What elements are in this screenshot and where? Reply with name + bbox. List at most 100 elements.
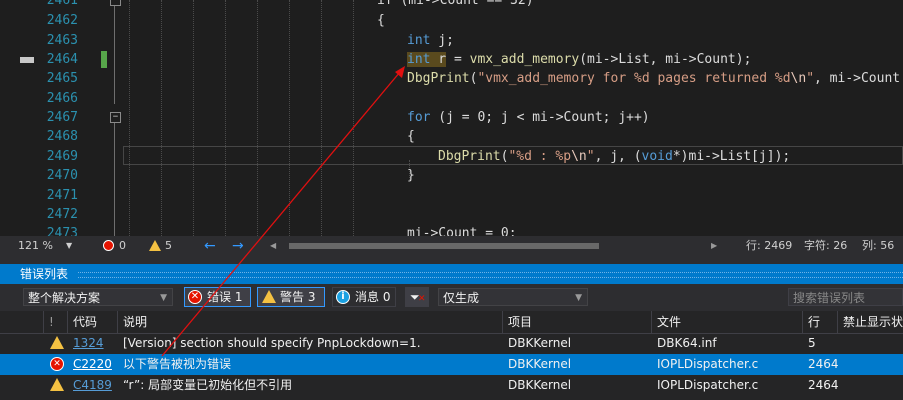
- code-line-2462: {: [377, 13, 385, 28]
- error-code-link[interactable]: C4189: [73, 375, 112, 396]
- error-description: [Version] section should specify PnpLock…: [123, 336, 421, 350]
- build-filter-dropdown[interactable]: 仅生成 ▼: [438, 288, 588, 306]
- code-line-2473: mi->Count = 0;: [407, 226, 517, 236]
- code-lines: if (mi->Count == 32) { int j; int r = vm…: [123, 0, 903, 236]
- header-project[interactable]: 项目: [503, 311, 652, 333]
- cursor-char: 字符: 26: [804, 239, 848, 252]
- line-number: 2471: [46, 188, 78, 203]
- scroll-left-icon[interactable]: ◀: [270, 236, 276, 256]
- warning-icon: [149, 240, 161, 251]
- code-line-2468: {: [407, 129, 415, 144]
- warning-icon: [50, 378, 65, 393]
- warning-icon: [262, 290, 276, 303]
- header-code[interactable]: 代码: [68, 311, 118, 333]
- messages-filter-button[interactable]: i 消息 0: [332, 287, 396, 307]
- warning-icon: [50, 336, 65, 351]
- indicator-margin: [0, 0, 42, 236]
- filter-toggle-button[interactable]: ⏷ ✕: [405, 287, 429, 307]
- search-error-list-input[interactable]: 搜索错误列表: [788, 288, 903, 306]
- navigate-back-icon[interactable]: ←: [204, 236, 216, 256]
- code-line-2467: for (j = 0; j < mi->Count; j++): [407, 110, 650, 125]
- errors-filter-button[interactable]: ✕ 错误 1: [184, 287, 251, 307]
- chevron-down-icon: ▼: [575, 293, 582, 303]
- line-number-gutter: 2461 2462 2463 2464 2465 2466 2467 2468 …: [40, 0, 100, 236]
- error-line: 5: [808, 336, 816, 350]
- code-line-2461: if (mi->Count == 32): [377, 0, 534, 8]
- info-icon: i: [336, 290, 350, 304]
- error-icon: ✕: [188, 290, 202, 304]
- collapse-icon[interactable]: −: [110, 0, 121, 6]
- line-number: 2473: [46, 226, 78, 236]
- grid-header: ! 代码 说明 项目 文件 行 禁止显示状: [0, 311, 903, 334]
- navigate-forward-icon[interactable]: →: [232, 236, 244, 256]
- code-line-2469: DbgPrint("%d : %p\n", j, (void*)mi->List…: [438, 149, 791, 164]
- red-mark-icon: ✕: [418, 294, 426, 304]
- error-list-title: 错误列表: [20, 267, 69, 281]
- error-line: 2464: [808, 378, 839, 392]
- error-file: DBK64.inf: [657, 336, 717, 350]
- header-description[interactable]: 说明: [118, 311, 503, 333]
- scope-value: 整个解决方案: [28, 291, 101, 305]
- warnings-filter-button[interactable]: 警告 3: [257, 287, 325, 307]
- cursor-col: 列: 56: [862, 239, 895, 252]
- error-icon: [103, 240, 114, 251]
- cursor-line: 行: 2469: [746, 239, 793, 252]
- editor-status-row: 121 % ▼ 0 5 ← → ◀ ▶ 行: 2469 字符: 26 列: 56: [0, 236, 903, 256]
- header-severity-sort[interactable]: !: [44, 311, 68, 333]
- scroll-right-icon[interactable]: ▶: [711, 236, 717, 256]
- scrollbar-thumb[interactable]: [289, 243, 599, 249]
- error-row-selected[interactable]: ✕ C2220 以下警告被视为错误 DBKKernel IOPLDispatch…: [0, 354, 903, 375]
- error-row[interactable]: C4189 “r”: 局部变量已初始化但不引用 DBKKernel IOPLDi…: [0, 375, 903, 396]
- scope-dropdown[interactable]: 整个解决方案 ▼: [23, 288, 173, 306]
- error-list-grid: ! 代码 说明 项目 文件 行 禁止显示状 1324 [Version] sec…: [0, 311, 903, 400]
- line-number: 2462: [46, 13, 78, 28]
- line-number: 2472: [46, 207, 78, 222]
- line-number: 2466: [46, 91, 78, 106]
- panel-splitter[interactable]: [0, 256, 903, 264]
- error-code-link[interactable]: 1324: [73, 333, 104, 354]
- zoom-level[interactable]: 121 %: [18, 236, 53, 256]
- error-file: IOPLDispatcher.c: [657, 357, 759, 371]
- build-filter-value: 仅生成: [443, 291, 480, 305]
- header-line[interactable]: 行: [803, 311, 838, 333]
- error-project: DBKKernel: [508, 357, 572, 371]
- header-blank: [0, 311, 44, 333]
- header-file[interactable]: 文件: [652, 311, 803, 333]
- code-line-2465: DbgPrint("vmx_add_memory for %d pages re…: [407, 71, 901, 86]
- chevron-down-icon: ▼: [160, 293, 167, 303]
- error-file: IOPLDispatcher.c: [657, 378, 759, 392]
- error-description: “r”: 局部变量已初始化但不引用: [123, 378, 293, 392]
- error-project: DBKKernel: [508, 378, 572, 392]
- error-icon: ✕: [50, 357, 65, 372]
- header-suppression[interactable]: 禁止显示状: [838, 311, 903, 333]
- line-number: 2464: [46, 52, 78, 67]
- error-code-link[interactable]: C2220: [73, 354, 112, 375]
- error-project: DBKKernel: [508, 336, 572, 350]
- line-number: 2468: [46, 129, 78, 144]
- titlebar-grip: [78, 272, 903, 278]
- collapse-icon[interactable]: −: [110, 112, 121, 123]
- warning-count[interactable]: 5: [165, 236, 172, 256]
- error-count[interactable]: 0: [119, 236, 126, 256]
- line-number: 2465: [46, 71, 78, 86]
- line-number: 2463: [46, 33, 78, 48]
- line-number: 2461: [46, 0, 78, 8]
- fold-guide-line: [114, 122, 115, 236]
- code-editor[interactable]: 2461 2462 2463 2464 2465 2466 2467 2468 …: [0, 0, 903, 236]
- code-line-2470: }: [407, 168, 415, 183]
- zoom-dropdown-icon[interactable]: ▼: [66, 236, 72, 256]
- error-list-titlebar[interactable]: 错误列表: [0, 264, 903, 284]
- code-line-2464: int r = vmx_add_memory(mi->List, mi->Cou…: [407, 52, 752, 67]
- horizontal-scrollbar[interactable]: [283, 240, 708, 252]
- code-line-2463: int j;: [407, 33, 454, 48]
- line-number: 2469: [46, 149, 78, 164]
- error-list-toolbar: 整个解决方案 ▼ ✕ 错误 1 警告 3 i 消息 0 ⏷ ✕ 仅生成 ▼ 搜索…: [0, 284, 903, 311]
- change-tracking-mark: [101, 51, 107, 68]
- fold-guide-line: [114, 0, 115, 104]
- line-number: 2470: [46, 168, 78, 183]
- error-description: 以下警告被视为错误: [123, 357, 232, 371]
- highlighted-token: int: [407, 52, 431, 67]
- error-row[interactable]: 1324 [Version] section should specify Pn…: [0, 333, 903, 354]
- line-number: 2467: [46, 110, 78, 125]
- error-line: 2464: [808, 357, 839, 371]
